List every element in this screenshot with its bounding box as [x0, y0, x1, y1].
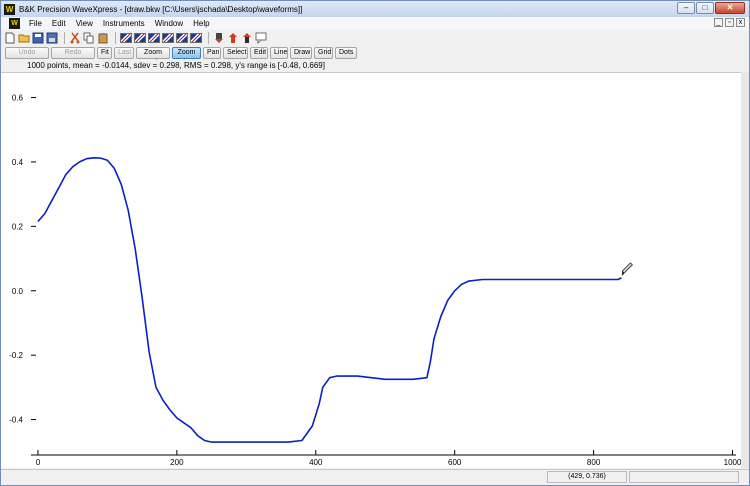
- upload-icon[interactable]: [227, 32, 239, 44]
- doc-minimize-button[interactable]: _: [714, 18, 723, 27]
- doc-close-button[interactable]: x: [736, 18, 745, 27]
- menu-help[interactable]: Help: [188, 17, 214, 30]
- x-tick-label: 0: [36, 458, 41, 467]
- doc-restore-button[interactable]: ▫: [725, 18, 734, 27]
- waveform-flag-3-icon[interactable]: [148, 33, 160, 43]
- zoom-in-button[interactable]: Zoom in: [172, 47, 201, 66]
- menu-file[interactable]: File: [24, 17, 47, 30]
- x-tick-label: 1000: [724, 458, 741, 467]
- waveform-chart[interactable]: 0.6 0.4 0.2 0.0 -0.2 -0.4 0 200 400 600 800 1000: [1, 73, 741, 469]
- document-window-controls: _ ▫ x: [714, 18, 745, 27]
- line-button[interactable]: Line: [270, 47, 288, 59]
- toolbar: [1, 30, 749, 46]
- menu-bar: W File Edit View Instruments Window Help…: [1, 17, 749, 30]
- waveform-flag-2-icon[interactable]: [134, 33, 146, 43]
- download-icon[interactable]: [213, 32, 225, 44]
- status-pane: [629, 471, 739, 483]
- x-tick-label: 600: [448, 458, 462, 467]
- y-tick-label: -0.4: [9, 416, 23, 425]
- paste-icon[interactable]: [97, 32, 109, 44]
- pencil-cursor-icon: [621, 262, 633, 276]
- toolbar-separator: [208, 32, 209, 44]
- y-tick-label: 0.2: [12, 222, 24, 231]
- vertical-scrollbar[interactable]: [741, 72, 749, 468]
- toolbar-separator: [115, 32, 116, 44]
- menu-view[interactable]: View: [71, 17, 98, 30]
- status-bar: (429, 0.736): [1, 469, 749, 485]
- grid-button[interactable]: Grid: [314, 47, 333, 59]
- command-bar: Undo Redo Fit Last Zoom out Zoom in Pan …: [1, 46, 749, 66]
- toolbar-separator: [64, 32, 65, 44]
- document-icon[interactable]: W: [9, 18, 20, 29]
- minimize-button[interactable]: –: [677, 2, 695, 14]
- y-tick-label: 0.0: [12, 287, 24, 296]
- fit-button[interactable]: Fit: [97, 47, 112, 59]
- waveform-series-line: [37, 157, 622, 443]
- cut-icon[interactable]: [69, 32, 81, 44]
- copy-icon[interactable]: [83, 32, 95, 44]
- comment-icon[interactable]: [255, 32, 267, 44]
- menu-window[interactable]: Window: [150, 17, 188, 30]
- waveform-stats: 1000 points, mean = -0.0144, sdev = 0.29…: [1, 60, 749, 72]
- dots-button[interactable]: Dots: [335, 47, 357, 59]
- maximize-button[interactable]: □: [696, 2, 714, 14]
- zoom-out-button[interactable]: Zoom out: [136, 47, 170, 66]
- app-logo-icon: W: [4, 3, 15, 15]
- y-tick-label: 0.6: [12, 94, 24, 103]
- waveform-flag-4-icon[interactable]: [162, 33, 174, 43]
- waveform-plot[interactable]: 0.6 0.4 0.2 0.0 -0.2 -0.4 0 200 400 600 800 1000: [1, 72, 749, 468]
- save-all-icon[interactable]: [46, 32, 58, 44]
- menu-instruments[interactable]: Instruments: [98, 17, 150, 30]
- window-title: B&K Precision WaveXpress - [draw.bkw [C:…: [19, 4, 303, 14]
- menu-edit[interactable]: Edit: [47, 17, 71, 30]
- send-icon[interactable]: [241, 32, 253, 44]
- y-tick-label: -0.2: [9, 351, 23, 360]
- x-tick-label: 800: [587, 458, 601, 467]
- last-button[interactable]: Last: [114, 47, 134, 59]
- waveform-flag-6-icon[interactable]: [190, 33, 202, 43]
- new-file-icon[interactable]: [4, 32, 16, 44]
- waveform-flag-1-icon[interactable]: [120, 33, 132, 43]
- window-controls: – □ ✕: [677, 2, 745, 14]
- undo-button[interactable]: Undo: [5, 47, 49, 59]
- waveform-flag-5-icon[interactable]: [176, 33, 188, 43]
- select-button[interactable]: Select: [223, 47, 248, 59]
- x-tick-label: 200: [170, 458, 184, 467]
- pan-button[interactable]: Pan: [203, 47, 221, 59]
- close-button[interactable]: ✕: [715, 2, 745, 14]
- x-tick-label: 400: [309, 458, 323, 467]
- title-bar[interactable]: W B&K Precision WaveXpress - [draw.bkw […: [1, 1, 749, 17]
- y-tick-label: 0.4: [12, 158, 24, 167]
- save-icon[interactable]: [32, 32, 44, 44]
- open-folder-icon[interactable]: [18, 32, 30, 44]
- edit-button[interactable]: Edit: [250, 47, 268, 59]
- draw-button[interactable]: Draw: [290, 47, 312, 59]
- app-window: W B&K Precision WaveXpress - [draw.bkw […: [0, 0, 750, 486]
- cursor-coordinates: (429, 0.736): [547, 471, 627, 483]
- redo-button[interactable]: Redo: [51, 47, 95, 59]
